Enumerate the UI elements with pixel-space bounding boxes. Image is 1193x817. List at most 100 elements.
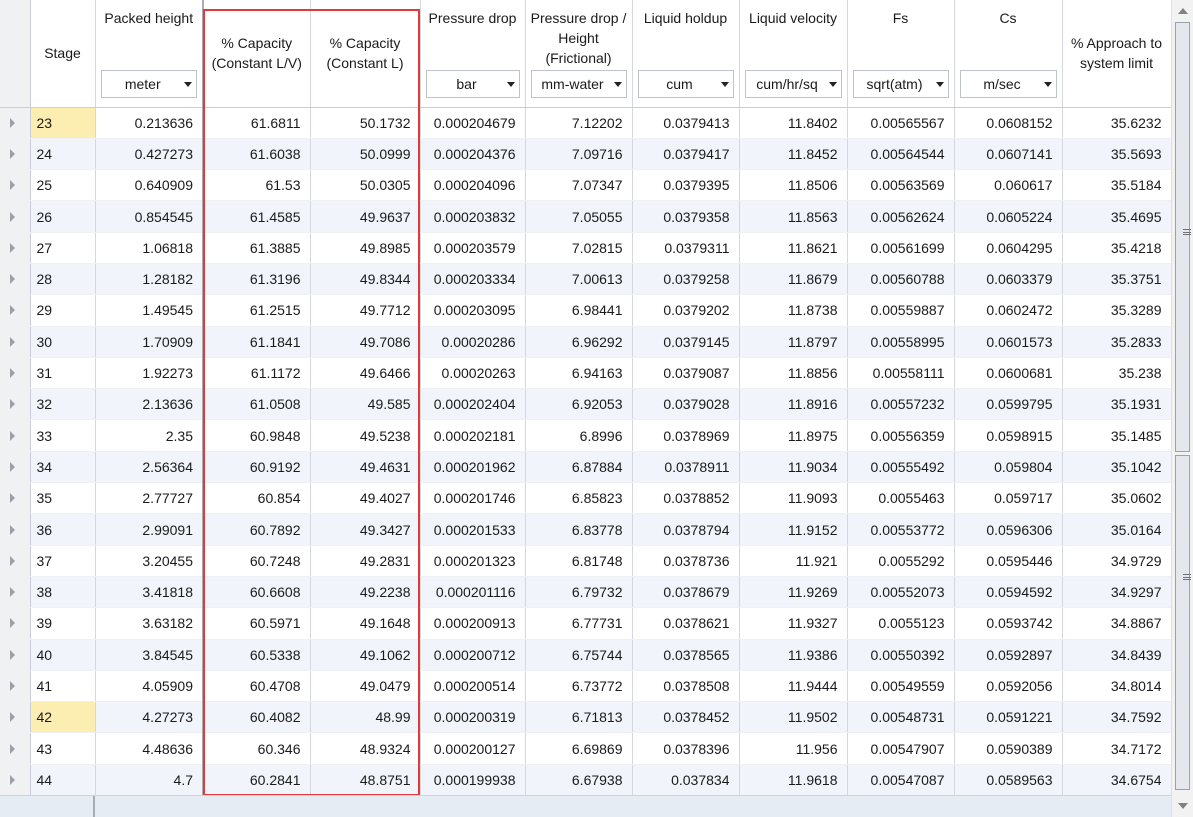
cell-pressure-drop[interactable]: 0.000203579 — [420, 232, 526, 264]
unit-select-pressure-drop-height[interactable]: mm-water — [530, 70, 627, 98]
unit-select-pressure-drop[interactable]: bar — [425, 70, 520, 98]
cell-approach[interactable]: 35.0164 — [1062, 513, 1171, 546]
cell-packed-height[interactable]: 0.427273 — [95, 138, 204, 171]
cell-pressure-drop[interactable]: 0.000200319 — [420, 701, 526, 734]
cell-stage[interactable]: 27 — [30, 232, 96, 264]
cell-stage[interactable]: 30 — [30, 326, 96, 358]
cell-capacity-lv[interactable]: 61.3885 — [203, 232, 311, 264]
table-row[interactable]: 28 1.28182 61.3196 49.8344 0.000203334 7.0061… — [0, 263, 1171, 296]
row-selector[interactable] — [0, 639, 31, 671]
cell-approach[interactable]: 34.8014 — [1062, 670, 1171, 703]
cell-liquid-velocity[interactable]: 11.8402 — [739, 107, 848, 139]
cell-approach[interactable]: 35.5693 — [1062, 138, 1171, 171]
cell-capacity-l[interactable]: 49.7086 — [310, 326, 421, 358]
cell-liquid-velocity[interactable]: 11.9502 — [739, 701, 848, 734]
cell-liquid-holdup[interactable]: 0.0378969 — [632, 419, 740, 452]
cell-cs[interactable]: 0.059804 — [954, 451, 1063, 484]
cell-stage[interactable]: 25 — [30, 169, 96, 202]
cell-fs[interactable]: 0.0055123 — [847, 607, 955, 640]
cell-pressure-drop-height[interactable]: 6.79732 — [525, 576, 633, 609]
cell-liquid-holdup[interactable]: 0.037834 — [632, 764, 740, 795]
table-row[interactable]: 36 2.99091 60.7892 49.3427 0.000201533 6.8377… — [0, 513, 1171, 546]
cell-pressure-drop[interactable]: 0.000201116 — [420, 576, 526, 609]
header-cs[interactable]: Cs m/sec — [954, 0, 1063, 108]
cell-pressure-drop-height[interactable]: 6.94163 — [525, 357, 633, 390]
cell-capacity-lv[interactable]: 60.7892 — [203, 513, 311, 546]
cell-capacity-l[interactable]: 49.9637 — [310, 200, 421, 233]
cell-approach[interactable]: 34.6754 — [1062, 764, 1171, 795]
cell-pressure-drop[interactable]: 0.000201746 — [420, 482, 526, 515]
cell-pressure-drop-height[interactable]: 6.67938 — [525, 764, 633, 795]
header-liquid-holdup[interactable]: Liquid holdup cum — [632, 0, 740, 108]
cell-capacity-lv[interactable]: 60.4082 — [203, 701, 311, 734]
cell-stage[interactable]: 35 — [30, 482, 96, 515]
cell-stage[interactable]: 40 — [30, 639, 96, 671]
cell-liquid-holdup[interactable]: 0.0378565 — [632, 639, 740, 671]
table-row[interactable]: 44 4.7 60.2841 48.8751 0.000199938 6.67938 0.0… — [0, 764, 1171, 795]
cell-packed-height[interactable]: 0.213636 — [95, 107, 204, 139]
cell-pressure-drop-height[interactable]: 6.98441 — [525, 294, 633, 327]
cell-liquid-holdup[interactable]: 0.0378911 — [632, 451, 740, 484]
cell-capacity-lv[interactable]: 60.9848 — [203, 419, 311, 452]
cell-stage[interactable]: 23 — [30, 107, 96, 139]
cell-capacity-l[interactable]: 49.6466 — [310, 357, 421, 390]
cell-cs[interactable]: 0.0602472 — [954, 294, 1063, 327]
cell-capacity-l[interactable]: 48.8751 — [310, 764, 421, 795]
row-selector[interactable] — [0, 232, 31, 264]
table-row[interactable]: 27 1.06818 61.3885 49.8985 0.000203579 7.0281… — [0, 232, 1171, 264]
cell-stage[interactable]: 41 — [30, 670, 96, 703]
row-selector[interactable] — [0, 764, 31, 795]
cell-pressure-drop-height[interactable]: 6.85823 — [525, 482, 633, 515]
cell-liquid-holdup[interactable]: 0.0379413 — [632, 107, 740, 139]
cell-capacity-lv[interactable]: 61.6811 — [203, 107, 311, 139]
cell-approach[interactable]: 34.7172 — [1062, 732, 1171, 765]
cell-capacity-lv[interactable]: 61.2515 — [203, 294, 311, 327]
cell-fs[interactable]: 0.00561699 — [847, 232, 955, 264]
cell-capacity-l[interactable]: 49.2238 — [310, 576, 421, 609]
frozen-column-splitter[interactable] — [93, 796, 95, 817]
cell-cs[interactable]: 0.0607141 — [954, 138, 1063, 171]
header-packed-height[interactable]: Packed height meter — [95, 0, 204, 108]
cell-capacity-l[interactable]: 48.9324 — [310, 732, 421, 765]
cell-liquid-holdup[interactable]: 0.0379395 — [632, 169, 740, 202]
cell-packed-height[interactable]: 4.27273 — [95, 701, 204, 734]
cell-packed-height[interactable]: 1.28182 — [95, 263, 204, 296]
cell-pressure-drop[interactable]: 0.000200514 — [420, 670, 526, 703]
row-selector[interactable] — [0, 294, 31, 327]
cell-liquid-velocity[interactable]: 11.9327 — [739, 607, 848, 640]
cell-fs[interactable]: 0.00549559 — [847, 670, 955, 703]
cell-stage[interactable]: 36 — [30, 513, 96, 546]
row-selector[interactable] — [0, 513, 31, 546]
row-selector[interactable] — [0, 263, 31, 296]
cell-liquid-velocity[interactable]: 11.8975 — [739, 419, 848, 452]
cell-approach[interactable]: 34.8867 — [1062, 607, 1171, 640]
cell-capacity-lv[interactable]: 60.346 — [203, 732, 311, 765]
cell-capacity-l[interactable]: 49.8985 — [310, 232, 421, 264]
table-row[interactable]: 35 2.77727 60.854 49.4027 0.000201746 6.85823… — [0, 482, 1171, 515]
cell-cs[interactable]: 0.0608152 — [954, 107, 1063, 139]
cell-pressure-drop-height[interactable]: 6.96292 — [525, 326, 633, 358]
cell-liquid-holdup[interactable]: 0.0378396 — [632, 732, 740, 765]
cell-fs[interactable]: 0.00547087 — [847, 764, 955, 795]
row-selector[interactable] — [0, 326, 31, 358]
cell-fs[interactable]: 0.00553772 — [847, 513, 955, 546]
cell-fs[interactable]: 0.00559887 — [847, 294, 955, 327]
cell-capacity-lv[interactable]: 61.6038 — [203, 138, 311, 171]
cell-packed-height[interactable]: 0.640909 — [95, 169, 204, 202]
cell-pressure-drop-height[interactable]: 6.83778 — [525, 513, 633, 546]
table-row[interactable]: 33 2.35 60.9848 49.5238 0.000202181 6.8996 0.0… — [0, 419, 1171, 452]
header-approach[interactable]: % Approach to system limit — [1062, 0, 1171, 108]
cell-liquid-velocity[interactable]: 11.9444 — [739, 670, 848, 703]
cell-fs[interactable]: 0.00564544 — [847, 138, 955, 171]
cell-cs[interactable]: 0.0603379 — [954, 263, 1063, 296]
cell-stage[interactable]: 43 — [30, 732, 96, 765]
cell-capacity-l[interactable]: 49.7712 — [310, 294, 421, 327]
cell-pressure-drop[interactable]: 0.000200712 — [420, 639, 526, 671]
cell-approach[interactable]: 35.4218 — [1062, 232, 1171, 264]
table-row[interactable]: 34 2.56364 60.9192 49.4631 0.000201962 6.8788… — [0, 451, 1171, 484]
cell-capacity-lv[interactable]: 60.6608 — [203, 576, 311, 609]
cell-liquid-velocity[interactable]: 11.8452 — [739, 138, 848, 171]
cell-liquid-holdup[interactable]: 0.0379258 — [632, 263, 740, 296]
cell-stage[interactable]: 39 — [30, 607, 96, 640]
row-selector[interactable] — [0, 482, 31, 515]
